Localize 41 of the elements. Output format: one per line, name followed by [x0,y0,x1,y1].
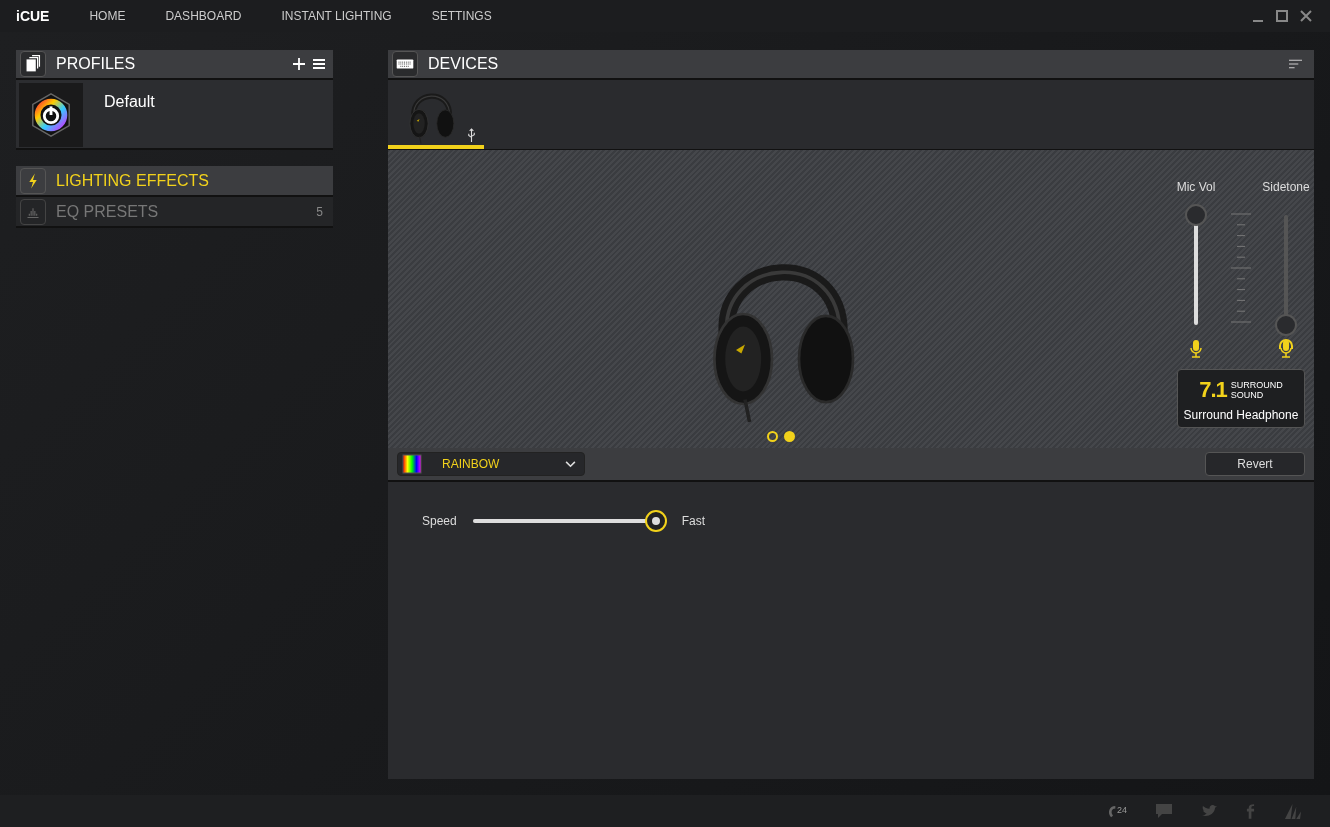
profiles-icon [20,51,46,77]
slider-label: Sidetone [1262,179,1310,196]
microphone-icon[interactable] [1188,339,1204,359]
chevron-down-icon [565,460,576,468]
effect-dropdown[interactable]: RAINBOW [397,452,585,476]
slider-thumb[interactable] [1185,204,1207,226]
surround-text: SURROUND [1230,379,1283,390]
usb-icon [465,128,477,143]
slider-thumb[interactable] [1275,314,1297,336]
add-icon[interactable] [293,58,305,70]
panel-title: PROFILES [56,54,136,74]
app-logo[interactable]: iCUE [16,5,50,27]
speed-end-label: Fast [681,513,706,530]
profile-name: Default [104,92,155,112]
section-tab[interactable]: LIGHTING EFFECTS [16,166,333,197]
surround-text: SOUND [1230,389,1265,400]
surround-number: 7.1 [1199,376,1227,404]
nav-tab[interactable]: INSTANT LIGHTING [281,7,392,25]
section-label: EQ PRESETS [56,201,159,222]
profile-item[interactable]: Default [16,80,333,150]
rainbow-swatch-icon [402,454,422,474]
revert-button[interactable]: Revert [1205,452,1305,476]
maximize-icon[interactable] [1276,10,1288,22]
speed-label: Speed [422,513,457,530]
menu-icon[interactable] [313,58,325,70]
panel-title: DEVICES [428,54,499,74]
section-tab[interactable]: EQ PRESETS 5 [16,197,333,228]
sort-icon[interactable] [1289,59,1302,69]
nav-tab[interactable]: DASHBOARD [165,7,242,25]
preset-count: 5 [316,203,323,221]
nav-tab[interactable]: HOME [89,7,126,25]
headset-microphone-icon[interactable] [1278,339,1294,359]
section-label: LIGHTING EFFECTS [56,170,209,191]
surround-mode: Surround Headphone [1183,407,1299,424]
equalizer-icon [20,198,46,225]
close-icon[interactable] [1300,10,1312,22]
keyboard-icon [392,51,418,77]
lightning-icon [20,167,46,194]
speed-slider-thumb[interactable] [644,510,667,532]
nav-tab[interactable]: SETTINGS [431,7,492,25]
slider-label: Mic Vol [1176,179,1216,196]
